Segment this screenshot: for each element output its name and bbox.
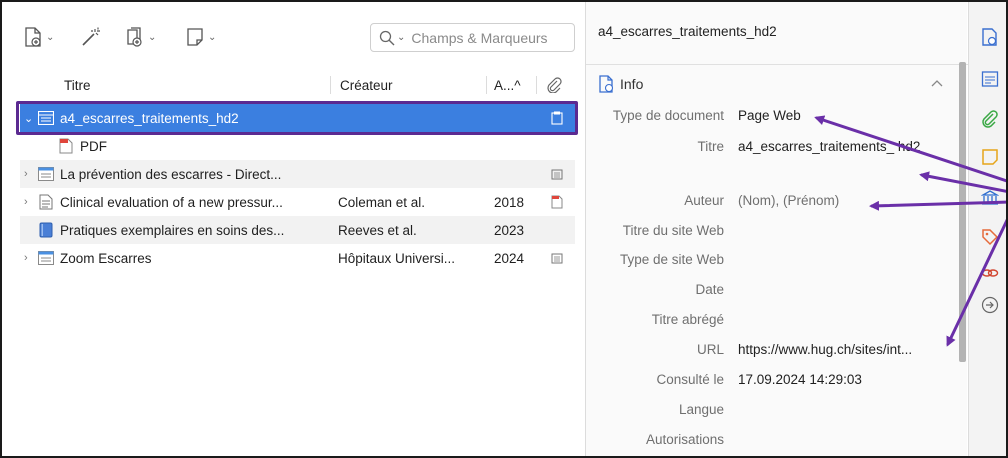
new-note-button[interactable]: ⌄ <box>186 24 216 50</box>
items-pane: ⌄ ⌄ ⌄ ⌄ Champs & Marqueurs Titre Créateu… <box>2 2 585 456</box>
field-label: Date <box>695 282 724 297</box>
field-label: Auteur <box>684 193 724 208</box>
book-icon <box>38 222 54 238</box>
pdf-attachment-icon[interactable] <box>550 195 564 209</box>
document-icon <box>38 194 54 210</box>
item-year: 2018 <box>494 194 525 210</box>
locate-icon[interactable] <box>981 296 999 314</box>
chevron-down-icon: ⌄ <box>46 31 55 43</box>
webpage-icon <box>38 250 54 266</box>
window: ⌄ ⌄ ⌄ ⌄ Champs & Marqueurs Titre Créateu… <box>0 0 1008 458</box>
item-title: Pratiques exemplaires en soins des... <box>60 222 285 238</box>
column-header-attachments[interactable] <box>546 70 562 100</box>
field-label: Type de site Web <box>619 252 724 267</box>
field-label: Consulté le <box>656 372 724 387</box>
magic-wand-icon <box>82 27 100 46</box>
field-label: URL <box>696 342 724 357</box>
column-separator[interactable] <box>536 76 537 94</box>
new-item-button[interactable]: ⌄ <box>24 24 54 50</box>
related-icon[interactable] <box>981 264 999 282</box>
item-year: 2024 <box>494 250 525 266</box>
column-header-year[interactable]: A...^ <box>494 70 521 100</box>
abstract-icon[interactable] <box>981 70 999 88</box>
field-label: Autorisations <box>645 432 724 447</box>
paperclip-icon <box>547 77 562 93</box>
table-row[interactable]: › Zoom Escarres Hôpitaux Universi... 202… <box>20 244 575 272</box>
expand-toggle-icon[interactable]: › <box>24 252 36 264</box>
chevron-down-icon: ⌄ <box>208 31 217 43</box>
table-row[interactable]: ⌄ a4_escarres_traitements_hd2 <box>20 104 575 132</box>
item-pane-title: a4_escarres_traitements_hd2 <box>598 24 777 39</box>
item-title: Clinical evaluation of a new pressur... <box>60 194 283 210</box>
table-row[interactable]: › Clinical evaluation of a new pressur..… <box>20 188 575 216</box>
info-section-header[interactable]: Info <box>598 72 643 96</box>
search-mode-chevron-icon[interactable]: ⌄ <box>397 32 405 43</box>
toolbar: ⌄ ⌄ ⌄ ⌄ Champs & Marqueurs <box>2 2 585 66</box>
item-creator: Hôpitaux Universi... <box>338 250 456 266</box>
field-value-title[interactable]: a4_escarres_traitements_ hd2 <box>738 139 923 154</box>
add-attachment-icon <box>127 27 142 47</box>
chevron-up-icon[interactable] <box>930 76 944 90</box>
search-icon <box>379 30 395 45</box>
item-title: PDF <box>80 138 107 154</box>
libraries-collections-icon[interactable] <box>981 188 999 206</box>
search-placeholder: Champs & Marqueurs <box>411 29 548 46</box>
webpage-snapshot-icon[interactable] <box>550 111 564 125</box>
add-by-identifier-button[interactable] <box>80 24 102 50</box>
item-title: La prévention des escarres - Direct... <box>60 166 282 182</box>
table-row[interactable]: PDF <box>20 132 575 160</box>
item-title: Zoom Escarres <box>60 250 152 266</box>
info-icon[interactable] <box>981 28 999 46</box>
field-value-accessed[interactable]: 17.09.2024 14:29:03 <box>738 372 958 387</box>
new-item-icon <box>25 27 41 47</box>
note-icon <box>187 28 203 46</box>
column-headers: Titre Créateur A...^ <box>2 70 585 100</box>
webpage-icon <box>38 110 54 126</box>
info-section-label: Info <box>620 76 644 92</box>
sidenav <box>968 2 1006 456</box>
field-value-item-type[interactable]: Page Web <box>738 108 958 123</box>
column-header-creator[interactable]: Créateur <box>340 70 393 100</box>
chevron-down-icon: ⌄ <box>148 31 157 43</box>
collapse-toggle-icon[interactable]: ⌄ <box>24 112 36 125</box>
snapshot-icon[interactable] <box>550 167 564 181</box>
pdf-icon <box>58 138 74 154</box>
table-row[interactable]: Pratiques exemplaires en soins des... Re… <box>20 216 575 244</box>
item-creator: Coleman et al. <box>338 194 426 210</box>
expand-toggle-icon[interactable]: › <box>24 168 36 180</box>
field-label: Titre abrégé <box>651 312 724 327</box>
item-creator: Reeves et al. <box>338 222 417 238</box>
scrollbar[interactable] <box>959 62 966 362</box>
new-collection-button[interactable]: ⌄ <box>124 24 156 50</box>
divider <box>586 64 968 65</box>
field-label: Langue <box>678 402 724 417</box>
webpage-icon <box>38 166 54 182</box>
attachments-icon[interactable] <box>981 110 999 128</box>
field-value-url[interactable]: https://www.hug.ch/sites/int... <box>738 342 958 357</box>
snapshot-icon[interactable] <box>550 251 564 265</box>
info-icon <box>599 75 614 93</box>
column-header-title[interactable]: Titre <box>64 70 91 100</box>
item-pane: a4_escarres_traitements_hd2 Info Type de… <box>585 2 968 456</box>
field-label: Type de document <box>612 108 724 123</box>
expand-toggle-icon[interactable]: › <box>24 196 36 208</box>
notes-icon[interactable] <box>981 148 999 166</box>
search-input[interactable]: ⌄ Champs & Marqueurs <box>370 23 575 52</box>
tags-icon[interactable] <box>981 228 999 246</box>
column-separator[interactable] <box>486 76 487 94</box>
item-year: 2023 <box>494 222 525 238</box>
column-separator[interactable] <box>330 76 331 94</box>
field-label: Titre <box>697 139 725 154</box>
item-title: a4_escarres_traitements_hd2 <box>60 110 239 126</box>
field-label: Titre du site Web <box>622 223 724 238</box>
table-row[interactable]: › La prévention des escarres - Direct... <box>20 160 575 188</box>
field-value-author[interactable]: (Nom), (Prénom) <box>738 193 958 208</box>
